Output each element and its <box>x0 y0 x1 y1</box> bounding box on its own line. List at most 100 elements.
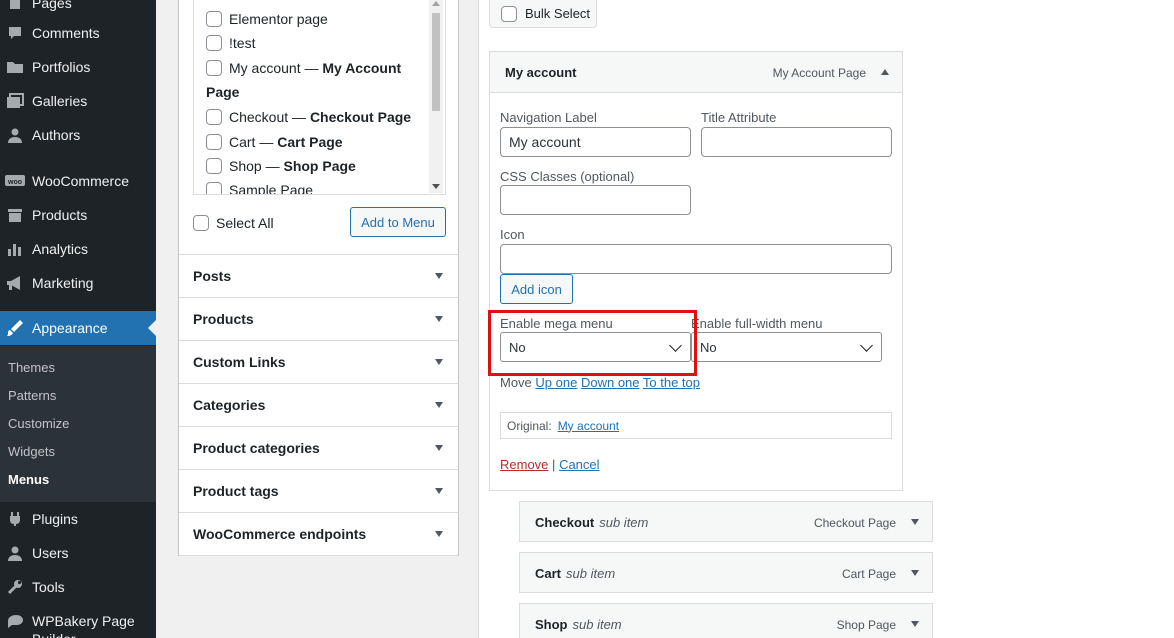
sidebar-item-label: Analytics <box>32 241 89 257</box>
accordion-posts[interactable]: Posts <box>179 254 458 297</box>
sidebar-item-label: Marketing <box>32 275 94 291</box>
item-actions: Remove | Cancel <box>500 457 600 473</box>
caret-down-icon <box>435 316 443 322</box>
list-item[interactable]: !test <box>206 31 255 55</box>
list-item[interactable]: Sample Page <box>206 178 313 194</box>
list-item[interactable]: Shop — Shop Page <box>206 154 356 178</box>
highlight-annotation-box <box>488 310 697 376</box>
select-all-checkbox[interactable]: Select All <box>193 213 274 233</box>
authors-icon <box>5 125 25 145</box>
sidebar-item-label: Users <box>32 545 69 561</box>
scrollbar[interactable] <box>429 0 443 193</box>
checkbox[interactable] <box>206 182 222 194</box>
caret-down-icon <box>435 531 443 537</box>
remove-link[interactable]: Remove <box>500 457 548 472</box>
caret-down-icon <box>435 273 443 279</box>
tools-icon <box>5 577 25 597</box>
full-width-menu-label: Enable full-width menu <box>691 316 823 331</box>
sidebar-item-label: Plugins <box>32 511 78 527</box>
sidebar-item-marketing[interactable]: Marketing <box>0 266 156 300</box>
sidebar-item-authors[interactable]: Authors <box>0 118 156 152</box>
sidebar-item-appearance[interactable]: Appearance <box>0 311 156 345</box>
scrollbar-thumb[interactable] <box>432 13 440 111</box>
caret-up-icon[interactable] <box>881 69 889 75</box>
admin-sidebar: Pages Comments Portfolios Galleries Auth… <box>0 0 156 638</box>
checkbox[interactable] <box>206 35 222 51</box>
title-attribute-label: Title Attribute <box>701 110 777 125</box>
original-page-link[interactable]: My account <box>558 419 619 433</box>
list-item[interactable]: Elementor page <box>206 7 328 31</box>
sidebar-item-label: WooCommerce <box>32 173 129 189</box>
navigation-label-input[interactable]: My account <box>500 127 691 157</box>
move-links: Move Up one Down one To the top <box>500 375 701 390</box>
submenu-item-patterns[interactable]: Patterns <box>8 388 56 404</box>
sidebar-item-portfolios[interactable]: Portfolios <box>0 50 156 84</box>
menu-item-header[interactable]: My account My Account Page <box>490 52 902 93</box>
checkbox[interactable] <box>206 60 222 76</box>
move-up-one-link[interactable]: Up one <box>535 375 577 390</box>
caret-down-icon[interactable] <box>911 621 919 627</box>
title-attribute-input[interactable] <box>701 127 892 157</box>
full-width-menu-select[interactable]: No <box>691 332 882 362</box>
move-down-one-link[interactable]: Down one <box>581 375 640 390</box>
accordion-custom-links[interactable]: Custom Links <box>179 340 458 383</box>
navigation-label-label: Navigation Label <box>500 110 597 125</box>
menu-item-shop[interactable]: Shop sub item Shop Page <box>519 603 933 638</box>
scroll-down-arrow-icon[interactable] <box>432 184 440 189</box>
sidebar-item-products[interactable]: Products <box>0 198 156 232</box>
caret-down-icon[interactable] <box>911 570 919 576</box>
list-item[interactable]: My account — My Account <box>206 56 401 80</box>
svg-text:woo: woo <box>7 179 22 186</box>
accordion-product-tags[interactable]: Product tags <box>179 469 458 512</box>
checkbox[interactable] <box>206 134 222 150</box>
accordion-products[interactable]: Products <box>179 297 458 340</box>
bulk-select-button[interactable]: Bulk Select <box>489 0 597 28</box>
accordion-product-categories[interactable]: Product categories <box>179 426 458 469</box>
checkbox[interactable] <box>206 158 222 174</box>
submenu-item-menus[interactable]: Menus <box>8 472 49 488</box>
add-to-menu-button[interactable]: Add to Menu <box>350 207 446 237</box>
sidebar-item-label: WPBakery Page Builder <box>32 613 135 638</box>
caret-down-icon[interactable] <box>911 519 919 525</box>
sidebar-item-woocommerce[interactable]: woo WooCommerce <box>0 164 156 198</box>
sidebar-item-users[interactable]: Users <box>0 536 156 570</box>
users-icon <box>5 543 25 563</box>
sidebar-item-label: Tools <box>32 579 65 595</box>
cancel-link[interactable]: Cancel <box>559 457 599 472</box>
scroll-up-arrow-icon[interactable] <box>432 1 440 6</box>
add-icon-button[interactable]: Add icon <box>500 274 573 304</box>
list-item[interactable]: Checkout — Checkout Page <box>206 105 411 129</box>
plugins-icon <box>5 509 25 529</box>
list-item-wrap: Page <box>206 84 240 100</box>
sidebar-item-wpbakery[interactable]: WPBakery Page Builder <box>0 604 156 638</box>
menu-item-checkout[interactable]: Checkout sub item Checkout Page <box>519 501 933 542</box>
checkbox[interactable] <box>206 11 222 27</box>
pages-checklist[interactable]: Elementor page !test My account — My Acc… <box>193 0 446 195</box>
caret-down-icon <box>435 402 443 408</box>
portfolio-icon <box>5 57 25 77</box>
wpbakery-icon <box>5 611 25 631</box>
submenu-item-themes[interactable]: Themes <box>8 360 55 376</box>
sidebar-item-analytics[interactable]: Analytics <box>0 232 156 266</box>
sidebar-item-plugins[interactable]: Plugins <box>0 502 156 536</box>
chevron-down-icon <box>860 339 873 352</box>
accordion-categories[interactable]: Categories <box>179 383 458 426</box>
css-classes-input[interactable] <box>500 185 691 215</box>
move-to-top-link[interactable]: To the top <box>643 375 700 390</box>
sidebar-item-galleries[interactable]: Galleries <box>0 84 156 118</box>
accordion-woocommerce-endpoints[interactable]: WooCommerce endpoints <box>179 512 458 556</box>
pages-icon <box>5 0 25 13</box>
submenu-item-widgets[interactable]: Widgets <box>8 444 55 460</box>
icon-label: Icon <box>500 227 525 242</box>
icon-input[interactable] <box>500 244 892 274</box>
checkbox[interactable] <box>501 5 517 22</box>
submenu-item-customize[interactable]: Customize <box>8 416 69 432</box>
appearance-submenu: Themes Patterns Customize Widgets Menus <box>0 346 156 502</box>
checkbox[interactable] <box>193 215 209 231</box>
checkbox[interactable] <box>206 109 222 125</box>
list-item[interactable]: Cart — Cart Page <box>206 130 343 154</box>
sidebar-item-comments[interactable]: Comments <box>0 16 156 50</box>
menu-item-cart[interactable]: Cart sub item Cart Page <box>519 552 933 593</box>
sidebar-item-label: Comments <box>32 25 100 41</box>
sidebar-item-tools[interactable]: Tools <box>0 570 156 604</box>
